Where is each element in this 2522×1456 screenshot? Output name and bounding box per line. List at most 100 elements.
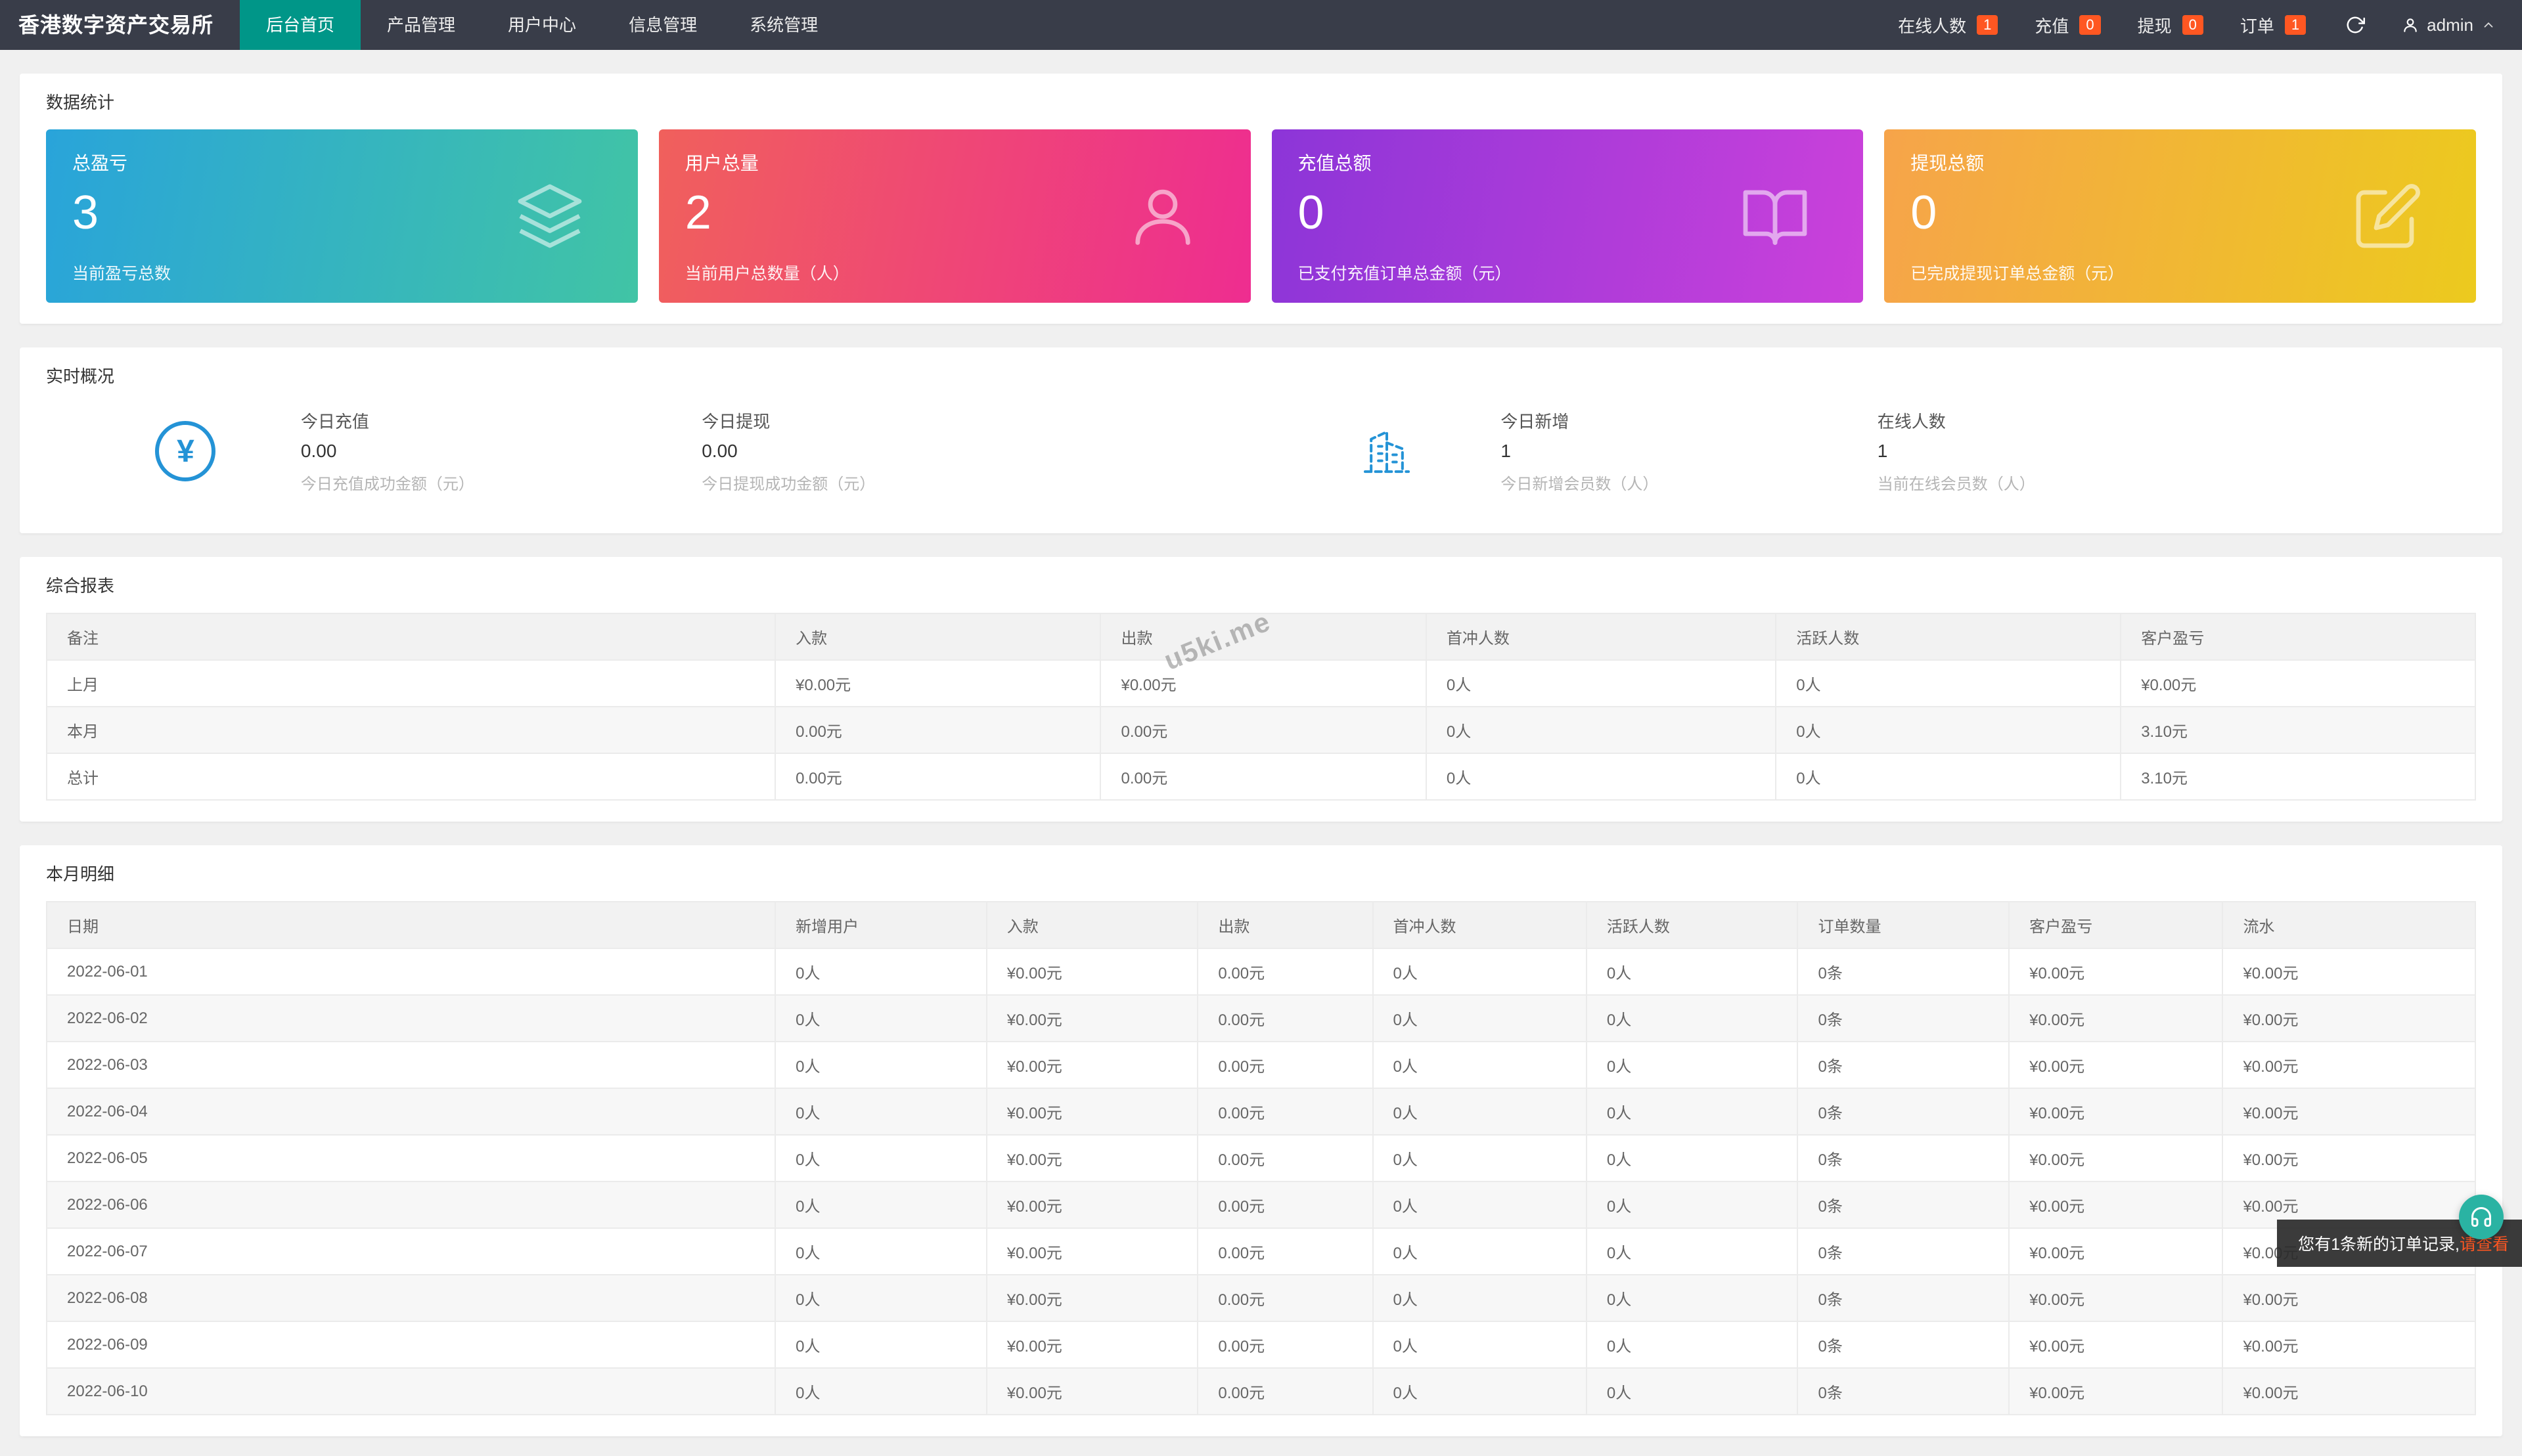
cell: 0人 [1373, 1042, 1587, 1088]
cell: ¥0.00元 [2222, 1368, 2475, 1415]
cell: 2022-06-04 [47, 1088, 775, 1135]
table-row: 2022-06-08 0人 ¥0.00元 0.00元 0人 0人 0条 ¥0.0… [47, 1275, 2475, 1321]
cell: 0人 [1587, 1275, 1798, 1321]
table-row: 2022-06-09 0人 ¥0.00元 0.00元 0人 0人 0条 ¥0.0… [47, 1321, 2475, 1368]
cell: 0人 [1587, 1228, 1798, 1275]
cell: 0.00元 [1198, 1228, 1372, 1275]
item-label: 今日充值 [301, 408, 702, 433]
cell: 0条 [1797, 1275, 2009, 1321]
nav-item-products[interactable]: 产品管理 [361, 0, 482, 50]
cell: 0人 [1373, 948, 1587, 995]
cell: 0条 [1797, 1181, 2009, 1228]
card-label: 提现总额 [1910, 149, 2450, 175]
customer-service-button[interactable] [2459, 1195, 2504, 1239]
recharge-badge: 0 [2079, 15, 2100, 35]
cell: 2022-06-07 [47, 1228, 775, 1275]
cell: 0人 [1587, 995, 1798, 1042]
withdraw-badge: 0 [2182, 15, 2203, 35]
realtime-panel-title: 实时概况 [46, 363, 2476, 387]
report-panel-title: 综合报表 [46, 573, 2476, 597]
username: admin [2427, 15, 2473, 35]
cell: ¥0.00元 [987, 995, 1198, 1042]
realtime-item-recharge: 今日充值 0.00 今日充值成功金额（元） [301, 408, 702, 494]
cell: 0条 [1797, 1042, 2009, 1088]
report-panel: 综合报表 u5ki.me 备注 入款 出款 首冲人数 活跃人数 客户盈亏 上月 [20, 557, 2502, 822]
report-table: 备注 入款 出款 首冲人数 活跃人数 客户盈亏 上月 ¥0.00元 ¥0.00元… [46, 613, 2476, 801]
cell: 0条 [1797, 995, 2009, 1042]
stat-card-profit: 总盈亏 3 当前盈亏总数 [46, 129, 638, 303]
cell: 3.10元 [2121, 707, 2475, 753]
recharge-label: 充值 [2035, 13, 2069, 37]
card-desc: 当前盈亏总数 [72, 261, 171, 284]
column-header: 出款 [1100, 613, 1426, 660]
cell: 2022-06-03 [47, 1042, 775, 1088]
headset-icon [2469, 1205, 2493, 1229]
column-header: 活跃人数 [1587, 902, 1798, 948]
refresh-button[interactable] [2324, 0, 2386, 50]
book-icon [1740, 181, 1811, 252]
order-label: 订单 [2240, 13, 2274, 37]
cell: 0人 [1373, 1088, 1587, 1135]
cell: 0人 [1426, 660, 1776, 707]
cell: ¥0.00元 [2009, 1275, 2222, 1321]
navbar-right: 在线人数 1 充值 0 提现 0 订单 1 admin [1880, 0, 2522, 50]
cell: ¥0.00元 [987, 1228, 1198, 1275]
nav-item-users[interactable]: 用户中心 [482, 0, 602, 50]
cell: 2022-06-05 [47, 1135, 775, 1181]
stat-cards: 总盈亏 3 当前盈亏总数 用户总量 2 当前用户总数量（人） 充值总额 0 已支… [46, 129, 2476, 303]
table-row: 2022-06-03 0人 ¥0.00元 0.00元 0人 0人 0条 ¥0.0… [47, 1042, 2475, 1088]
cell: 0.00元 [1198, 995, 1372, 1042]
column-header: 活跃人数 [1776, 613, 2121, 660]
cell: ¥0.00元 [2009, 948, 2222, 995]
cell: ¥0.00元 [987, 1368, 1198, 1415]
month-detail-panel: 本月明细 日期 新增用户 入款 出款 首冲人数 活跃人数 订单数量 客户盈亏 流… [20, 845, 2502, 1436]
table-header-row: 备注 入款 出款 首冲人数 活跃人数 客户盈亏 [47, 613, 2475, 660]
item-desc: 今日充值成功金额（元） [301, 471, 702, 494]
cell: 0人 [775, 1275, 987, 1321]
nav-item-info[interactable]: 信息管理 [602, 0, 723, 50]
cell: 0人 [775, 1321, 987, 1368]
card-desc: 已支付充值订单总金额（元） [1298, 261, 1512, 284]
main-menu: 后台首页 产品管理 用户中心 信息管理 系统管理 [240, 0, 844, 50]
toast-text: 您有1条新的订单记录, [2298, 1235, 2460, 1254]
stat-card-users: 用户总量 2 当前用户总数量（人） [659, 129, 1251, 303]
cell: 0人 [1587, 1088, 1798, 1135]
nav-order-count[interactable]: 订单 1 [2222, 0, 2324, 50]
cell: ¥0.00元 [2222, 1275, 2475, 1321]
cell: ¥0.00元 [2222, 1321, 2475, 1368]
cell: ¥0.00元 [2009, 1088, 2222, 1135]
stat-card-withdraw: 提现总额 0 已完成提现订单总金额（元） [1884, 129, 2476, 303]
cell: ¥0.00元 [2222, 1088, 2475, 1135]
cell: 0人 [1587, 1321, 1798, 1368]
cell: 2022-06-10 [47, 1368, 775, 1415]
nav-item-home[interactable]: 后台首页 [240, 0, 361, 50]
realtime-item-withdraw: 今日提现 0.00 今日提现成功金额（元） [702, 408, 1334, 494]
table-row: 2022-06-02 0人 ¥0.00元 0.00元 0人 0人 0条 ¥0.0… [47, 995, 2475, 1042]
cell: 0人 [1776, 707, 2121, 753]
cell: ¥0.00元 [987, 1088, 1198, 1135]
cell: 0人 [1373, 1135, 1587, 1181]
nav-recharge-count[interactable]: 充值 0 [2016, 0, 2119, 50]
card-label: 总盈亏 [72, 149, 612, 175]
realtime-row: ¥ 今日充值 0.00 今日充值成功金额（元） 今日提现 0.00 今日提现成功… [46, 408, 2476, 512]
cell: ¥0.00元 [2222, 995, 2475, 1042]
cell: 2022-06-08 [47, 1275, 775, 1321]
item-label: 今日新增 [1500, 408, 1877, 433]
cell: 0.00元 [1198, 1368, 1372, 1415]
cell: 0.00元 [1198, 1135, 1372, 1181]
cell: ¥0.00元 [2009, 995, 2222, 1042]
user-menu[interactable]: admin [2386, 0, 2522, 50]
cell: 0人 [1373, 995, 1587, 1042]
nav-item-system[interactable]: 系统管理 [723, 0, 844, 50]
nav-withdraw-count[interactable]: 提现 0 [2119, 0, 2222, 50]
cell: ¥0.00元 [2009, 1135, 2222, 1181]
column-header: 首冲人数 [1426, 613, 1776, 660]
cell: 0人 [775, 1088, 987, 1135]
cell: 0人 [1587, 1135, 1798, 1181]
cell: 0.00元 [1198, 948, 1372, 995]
cell: 0.00元 [1100, 753, 1426, 800]
column-header: 入款 [987, 902, 1198, 948]
table-header-row: 日期 新增用户 入款 出款 首冲人数 活跃人数 订单数量 客户盈亏 流水 [47, 902, 2475, 948]
nav-online-count[interactable]: 在线人数 1 [1880, 0, 2016, 50]
user-icon [1127, 181, 1198, 252]
